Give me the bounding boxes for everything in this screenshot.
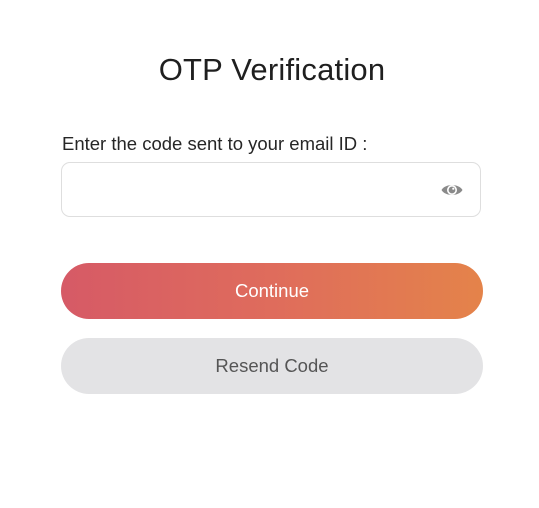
continue-button[interactable]: Continue — [61, 263, 483, 319]
eye-icon-graphic — [441, 185, 463, 195]
eye-icon[interactable] — [440, 180, 464, 200]
otp-code-label: Enter the code sent to your email ID : — [62, 133, 368, 154]
otp-code-field[interactable] — [61, 162, 481, 218]
otp-code-input[interactable] — [76, 163, 440, 218]
resend-code-button[interactable]: Resend Code — [61, 338, 483, 394]
page-title: OTP Verification — [158, 52, 386, 87]
